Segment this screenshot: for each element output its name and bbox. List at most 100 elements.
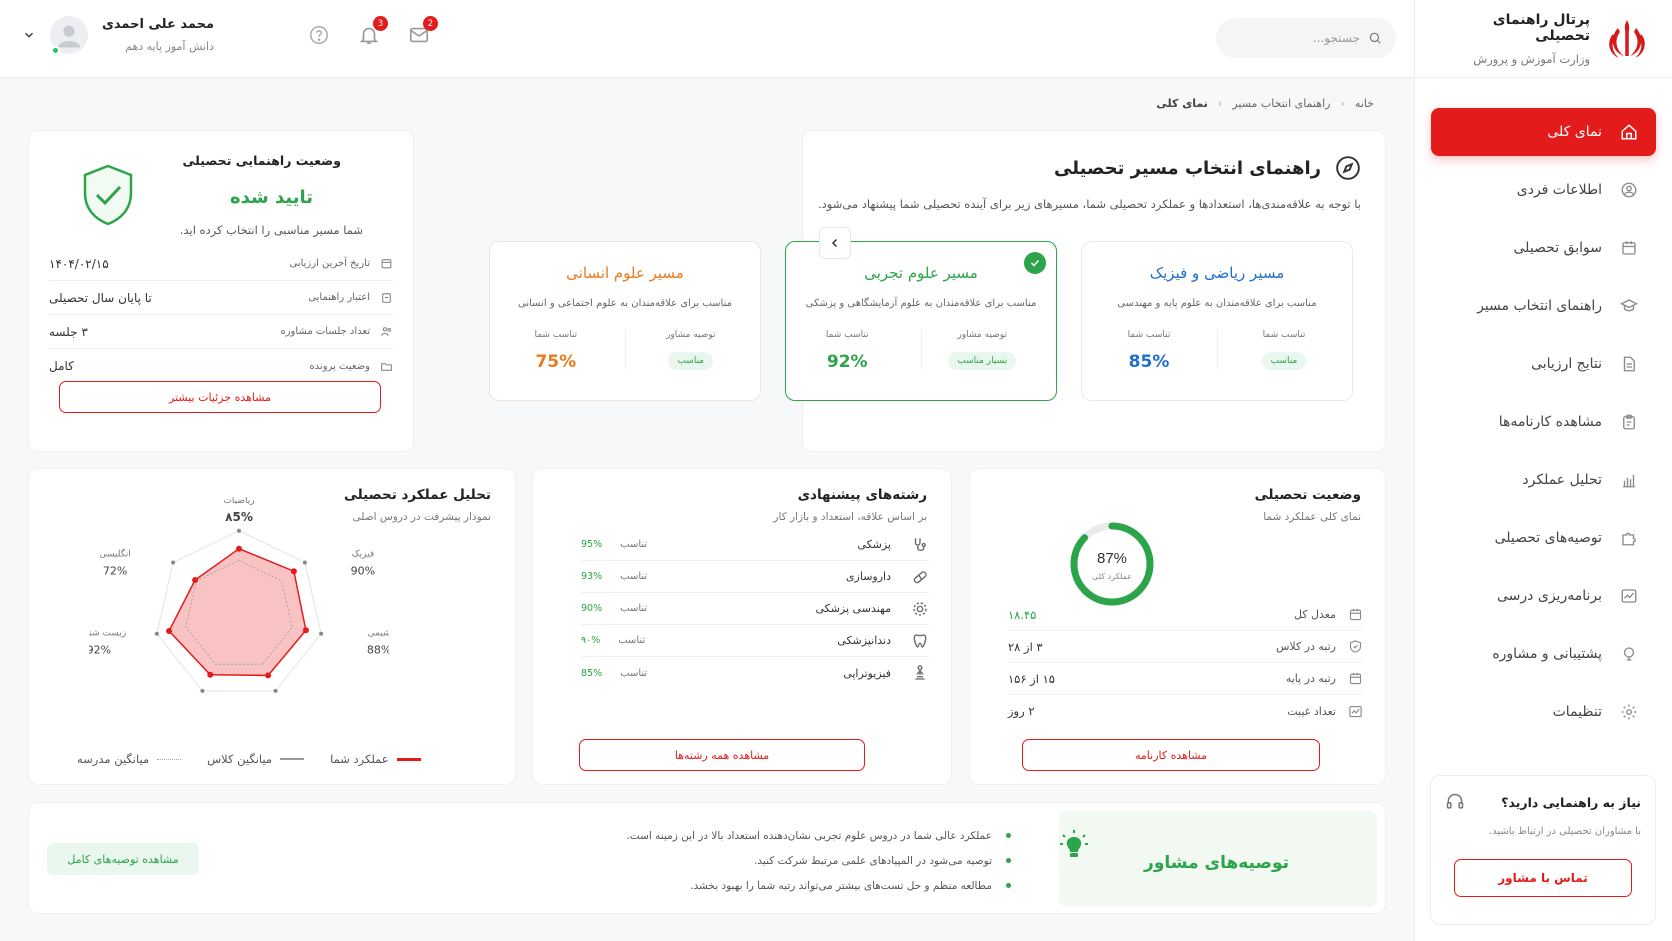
stat-key: رتبه در کلاس	[1275, 640, 1336, 653]
status-details: تاریخ آخرین ارزیابی ۱۴۰۴/۰۲/۱۵ اعتبار را…	[49, 247, 393, 383]
breadcrumb-path-guide[interactable]: راهنمای انتخاب مسیر	[1232, 97, 1330, 110]
list-item[interactable]: دندانپزشکی تناسب ۹۰%	[581, 625, 929, 657]
stat-row: رتبه در پایه ۱۵ از ۱۵۶	[1008, 663, 1363, 695]
sidebar-item-report-cards[interactable]: مشاهده کارنامه‌ها	[1431, 398, 1656, 446]
field-name: فیزیوتراپی	[843, 666, 891, 680]
sidebar-item-label: تحلیل عملکرد	[1522, 472, 1602, 488]
breadcrumb-current: نمای کلی	[1156, 97, 1208, 110]
help-box: نیاز به راهنمایی دارید؟ با مشاوران تحصیل…	[1430, 775, 1656, 925]
bar-chart-icon	[1618, 469, 1640, 491]
edu-title: وضعیت تحصیلی	[1254, 487, 1361, 503]
chevron-down-icon[interactable]	[22, 28, 36, 42]
path-description: مناسب برای علاقه‌مندان به علوم اجتماعی و…	[518, 298, 732, 309]
fit-label: تناسب شما	[825, 330, 869, 340]
fit-label: تناسب	[620, 539, 648, 550]
view-full-recommendations-button[interactable]: مشاهده توصیه‌های کامل	[47, 843, 199, 875]
radar-axis-dot	[154, 631, 159, 636]
fit-label: تناسب شما	[534, 330, 578, 340]
guidance-status-card: وضعیت راهنمایی تحصیلی تایید شده شما مسیر…	[28, 130, 414, 452]
path-card-humanities[interactable]: مسیر علوم انسانی مناسب برای علاقه‌مندان …	[489, 241, 761, 401]
path-card-experimental[interactable]: مسیر علوم تجربی مناسب برای علاقه‌مندان ب…	[785, 241, 1057, 401]
shield-check-icon	[83, 164, 133, 226]
stat-key: معدل کل	[1293, 608, 1336, 621]
breadcrumb-home[interactable]: خانه	[1355, 97, 1374, 110]
list-item[interactable]: داروسازی تناسب 93%	[581, 561, 929, 593]
sidebar-item-overview[interactable]: نمای کلی	[1431, 108, 1656, 156]
status-key: تعداد جلسات مشاوره	[280, 326, 370, 337]
sidebar-item-support[interactable]: پشتیبانی و مشاوره	[1431, 630, 1656, 678]
list-item[interactable]: پزشکی تناسب 95%	[581, 529, 929, 561]
sidebar-item-path-guide[interactable]: راهنمای انتخاب مسیر	[1431, 282, 1656, 330]
trend-icon	[1618, 585, 1640, 607]
tooth-icon	[911, 632, 929, 650]
compass-icon	[1335, 155, 1361, 181]
carousel-prev-button[interactable]	[819, 227, 851, 259]
sidebar-item-assessment-results[interactable]: نتایج ارزیابی	[1431, 340, 1656, 388]
stat-value: ۱۸.۴۵	[1008, 607, 1037, 622]
radar-chart: ریاضیات ۸5% فیزیک 90% شیمی 88% زیست شناسی 92% ان…	[89, 497, 389, 693]
contact-advisor-button[interactable]: تماس با مشاور	[1454, 859, 1632, 897]
help-button[interactable]	[304, 24, 330, 50]
user-menu[interactable]: محمد علی احمدی دانش آموز پایه دهم	[22, 16, 214, 55]
advisor-label: توصیه مشاور	[957, 330, 1007, 340]
stat-row: رتبه در کلاس ۳ از ۲۸	[1008, 631, 1363, 663]
status-value: ۱۴۰۴/۰۲/۱۵	[49, 256, 109, 271]
legend-class: میانگین کلاس	[207, 752, 305, 766]
path-guide-card: راهنمای انتخاب مسیر تحصیلی با توجه به عل…	[489, 130, 1386, 452]
calendar-icon	[1348, 671, 1363, 686]
path-title: مسیر علوم تجربی	[864, 264, 978, 282]
stat-value: ۲ روز	[1008, 704, 1035, 718]
user-icon	[1618, 179, 1640, 201]
recommendations-list: عملکرد عالی شما در دروس علوم تجربی نشان‌…	[626, 823, 1011, 898]
support-icon	[1618, 643, 1640, 665]
path-description: مناسب برای علاقه‌مندان به علوم آزمایشگاه…	[805, 298, 1037, 309]
sidebar-item-performance-analysis[interactable]: تحلیل عملکرد	[1431, 456, 1656, 504]
performance-ring: 87% عملکرد کلی	[1070, 522, 1154, 606]
sidebar-item-label: تنظیمات	[1552, 704, 1602, 720]
guide-description: با توجه به علاقه‌مندی‌ها، استعدادها و عم…	[818, 197, 1361, 211]
sidebar-item-label: توصیه‌های تحصیلی	[1494, 530, 1602, 546]
path-card-math[interactable]: مسیر ریاضی و فیزیک مناسب برای علاقه‌مندا…	[1081, 241, 1353, 401]
advisor-recommendations-card: توصیه‌های مشاور عملکرد عالی شما در دروس …	[28, 802, 1386, 914]
view-all-fields-button[interactable]: مشاهده همه رشته‌ها	[579, 739, 865, 771]
series-you-point	[192, 576, 199, 583]
performance-analysis-card: تحلیل عملکرد تحصیلی نمودار پیشرفت در درو…	[28, 468, 516, 785]
academic-status-card: وضعیت تحصیلی نمای کلی عملکرد شما 87% عمل…	[969, 468, 1386, 785]
sidebar-item-study-planning[interactable]: برنامه‌ریزی درسی	[1431, 572, 1656, 620]
messages-button[interactable]: 2	[404, 16, 438, 50]
chevron-left-icon	[829, 237, 841, 249]
calendar-icon	[1618, 237, 1640, 259]
view-details-button[interactable]: مشاهده جزئیات بیشتر	[59, 381, 381, 413]
sidebar-item-academic-records[interactable]: سوابق تحصیلی	[1431, 224, 1656, 272]
status-row: تعداد جلسات مشاوره ۳ جلسه	[49, 315, 393, 349]
puzzle-icon	[1618, 527, 1640, 549]
sidebar: پرتال راهنمای تحصیلی وزارت آموزش و پرورش…	[1414, 0, 1672, 941]
edu-subtitle: نمای کلی عملکرد شما	[1263, 511, 1361, 523]
check-icon	[1024, 252, 1046, 274]
search-icon[interactable]	[1368, 31, 1382, 45]
view-report-card-button[interactable]: مشاهده کارنامه	[1022, 739, 1320, 771]
fields-title: رشته‌های پیشنهادی	[797, 487, 927, 503]
ring-label: عملکرد کلی	[1092, 572, 1132, 581]
sidebar-item-settings[interactable]: تنظیمات	[1431, 688, 1656, 736]
list-item[interactable]: مهندسی پزشکی تناسب 90%	[581, 593, 929, 625]
list-item[interactable]: فیزیوتراپی تناسب 85%	[581, 657, 929, 689]
search-input[interactable]	[1230, 31, 1360, 45]
sidebar-item-recommendations[interactable]: توصیه‌های تحصیلی	[1431, 514, 1656, 562]
sidebar-item-personal-info[interactable]: اطلاعات فردی	[1431, 166, 1656, 214]
legend-school: میانگین مدرسه	[77, 752, 182, 766]
axis-value-label: 88%	[367, 644, 389, 657]
sidebar-item-label: نتایج ارزیابی	[1531, 356, 1602, 372]
lightbulb-icon	[1059, 829, 1089, 863]
status-value: ۳ جلسه	[49, 324, 88, 339]
notifications-badge: 3	[373, 16, 388, 31]
notifications-button[interactable]: 3	[354, 16, 388, 50]
recommendation-tag: مناسب	[1261, 352, 1307, 370]
sidebar-item-label: پشتیبانی و مشاوره	[1492, 646, 1602, 662]
fit-label: تناسب شما	[1127, 330, 1171, 340]
fit-percent: 85%	[581, 667, 603, 679]
help-text: با مشاوران تحصیلی در ارتباط باشید.	[1488, 826, 1641, 837]
path-description: مناسب برای علاقه‌مندان به علوم پایه و مه…	[1117, 298, 1317, 309]
series-you-point	[290, 568, 297, 575]
fit-label: تناسب	[620, 571, 648, 582]
